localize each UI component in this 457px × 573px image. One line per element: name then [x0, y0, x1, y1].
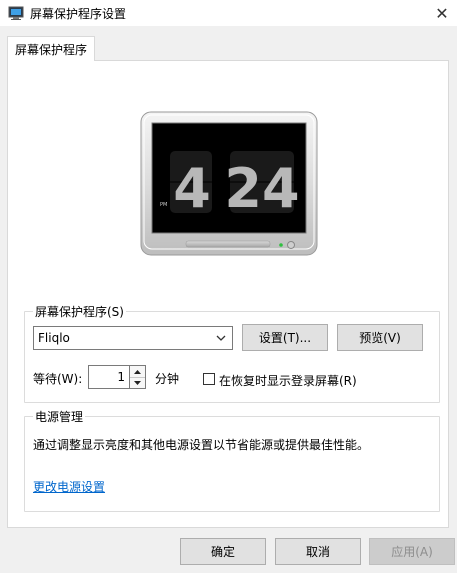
power-button-icon — [287, 241, 295, 249]
apply-button-label: 应用(A) — [391, 545, 433, 559]
cancel-button[interactable]: 取消 — [275, 538, 361, 565]
apply-button[interactable]: 应用(A) — [369, 538, 455, 565]
settings-button[interactable]: 设置(T)... — [242, 324, 328, 351]
spin-down-button[interactable] — [130, 377, 145, 388]
screensaver-select-value: Fliqlo — [38, 331, 70, 345]
tab-screensaver[interactable]: 屏幕保护程序 — [7, 36, 95, 61]
arrow-up-icon — [134, 369, 141, 374]
wait-label: 等待(W): — [33, 372, 83, 386]
title-bar: 屏幕保护程序设置 ✕ — [0, 0, 457, 26]
power-description: 通过调整显示亮度和其他电源设置以节省能源或提供最佳性能。 — [33, 438, 370, 452]
wait-minutes-value: 1 — [117, 370, 125, 384]
wait-minutes-spinner — [130, 365, 146, 389]
wait-minutes-input[interactable]: 1 — [88, 365, 130, 389]
resume-login-checkbox[interactable] — [203, 373, 215, 385]
chevron-down-icon — [214, 329, 228, 347]
clock-minute: 24 — [224, 157, 299, 220]
ok-button-label: 确定 — [210, 545, 235, 559]
clock-hour: 4 — [173, 157, 211, 220]
wait-unit-label: 分钟 — [155, 372, 180, 386]
clock-period: PM — [160, 202, 167, 208]
power-led-icon — [279, 243, 283, 247]
screensaver-select[interactable]: Fliqlo — [33, 326, 233, 350]
screensaver-group-title: 屏幕保护程序(S) — [33, 303, 126, 320]
preview-button[interactable]: 预览(V) — [337, 324, 423, 351]
close-button[interactable]: ✕ — [427, 0, 457, 26]
resume-login-label[interactable]: 在恢复时显示登录屏幕(R) — [219, 372, 357, 389]
tab-label: 屏幕保护程序 — [14, 42, 87, 57]
monitor-preview: 4 24 PM — [140, 111, 318, 256]
close-icon: ✕ — [435, 3, 449, 23]
power-group-title: 电源管理 — [33, 408, 86, 425]
settings-button-label: 设置(T)... — [258, 331, 312, 345]
change-power-settings-link[interactable]: 更改电源设置 — [33, 478, 105, 495]
screensaver-app-icon — [8, 6, 24, 20]
window-title: 屏幕保护程序设置 — [30, 7, 127, 21]
arrow-down-icon — [134, 380, 141, 385]
cancel-button-label: 取消 — [305, 545, 330, 559]
power-management-group: 电源管理 — [24, 408, 440, 512]
ok-button[interactable]: 确定 — [180, 538, 266, 565]
preview-button-label: 预览(V) — [359, 331, 401, 345]
